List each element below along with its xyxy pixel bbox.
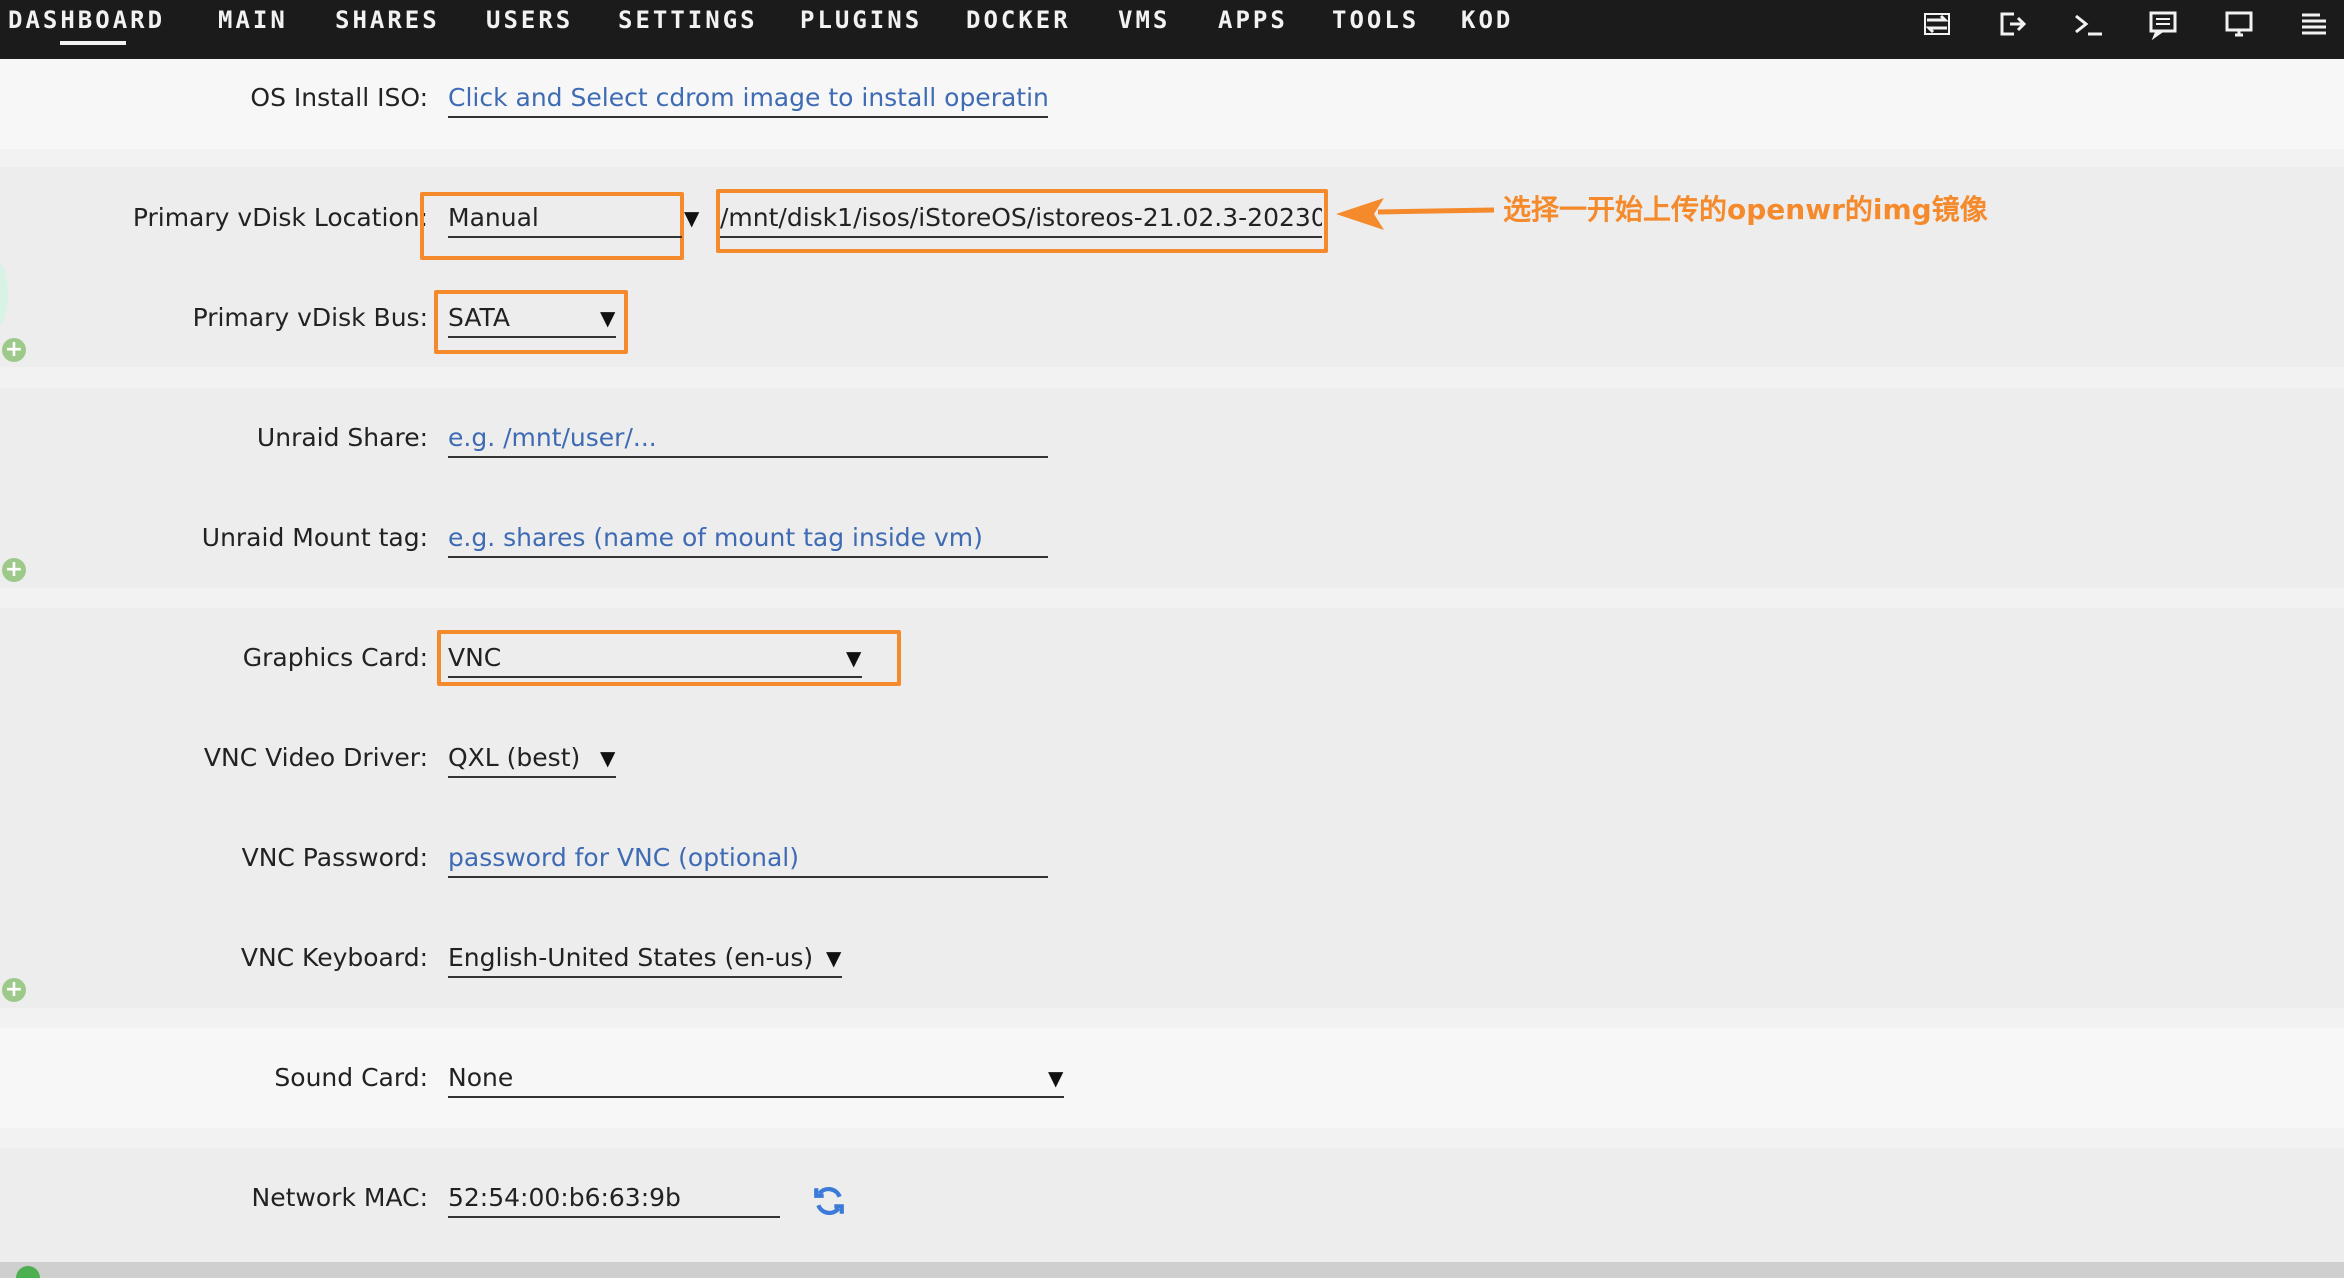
primary-vdisk-bus-label: Primary vDisk Bus: (192, 303, 428, 332)
network-mac-input[interactable]: 52:54:00:b6:63:9b (448, 1178, 780, 1218)
unraid-share-label: Unraid Share: (256, 423, 428, 452)
vnc-video-driver-label: VNC Video Driver: (203, 743, 428, 772)
feedback-icon[interactable] (2143, 4, 2183, 44)
graphics-card-select[interactable]: VNC (448, 638, 862, 678)
sound-card-label: Sound Card: (274, 1063, 428, 1092)
chevron-down-icon[interactable]: ▼ (826, 938, 841, 978)
tab-settings[interactable]: SETTINGS (618, 5, 758, 35)
network-mac-label: Network MAC: (251, 1183, 428, 1212)
tab-plugins[interactable]: PLUGINS (800, 5, 922, 35)
add-graphics-icon[interactable]: + (2, 978, 26, 1002)
status-bar (0, 1262, 2344, 1278)
tab-apps[interactable]: APPS (1218, 5, 1288, 35)
refresh-icon[interactable] (812, 1184, 846, 1218)
vnc-password-label: VNC Password: (241, 843, 428, 872)
tab-tools[interactable]: TOOLS (1332, 5, 1419, 35)
primary-vdisk-location-select[interactable]: Manual (448, 198, 682, 238)
sound-card-select[interactable]: None (448, 1058, 1064, 1098)
top-navigation: DASHBOARD MAIN SHARES USERS SETTINGS PLU… (0, 0, 2344, 59)
tab-kod[interactable]: KOD (1461, 5, 1513, 35)
tab-main[interactable]: MAIN (218, 5, 288, 35)
primary-vdisk-path-input[interactable]: /mnt/disk1/isos/iStoreOS/istoreos-21.02.… (720, 198, 1322, 238)
terminal-icon[interactable] (2068, 4, 2108, 44)
unraid-mount-tag-input[interactable]: e.g. shares (name of mount tag inside vm… (448, 518, 1048, 558)
add-share-icon[interactable]: + (2, 558, 26, 582)
vnc-keyboard-select[interactable]: English-United States (en-us) (448, 938, 842, 978)
logout-icon[interactable] (1992, 4, 2032, 44)
chevron-down-icon[interactable]: ▼ (1048, 1058, 1063, 1098)
primary-vdisk-location-label: Primary vDisk Location: (132, 203, 428, 232)
unraid-share-input[interactable]: e.g. /mnt/user/... (448, 418, 1048, 458)
info-icon[interactable] (2219, 4, 2259, 44)
os-install-iso-label: OS Install ISO: (250, 83, 428, 112)
tab-dashboard[interactable]: DASHBOARD (8, 5, 165, 35)
tab-docker[interactable]: DOCKER (966, 5, 1071, 35)
os-install-iso-input[interactable]: Click and Select cdrom image to install … (448, 78, 1048, 118)
tab-users[interactable]: USERS (486, 5, 573, 35)
vnc-keyboard-label: VNC Keyboard: (240, 943, 428, 972)
log-icon[interactable] (2294, 4, 2334, 44)
annotation-arrow-icon (1336, 198, 1494, 230)
chevron-down-icon[interactable]: ▼ (684, 198, 699, 238)
annotation-note: 选择一开始上传的openwr的img镜像 (1503, 193, 1988, 226)
primary-vdisk-bus-select[interactable]: SATA (448, 298, 616, 338)
vnc-password-input[interactable]: password for VNC (optional) (448, 838, 1048, 878)
tab-shares[interactable]: SHARES (335, 5, 440, 35)
active-tab-indicator (60, 41, 126, 45)
graphics-card-label: Graphics Card: (242, 643, 428, 672)
chevron-down-icon[interactable]: ▼ (600, 298, 615, 338)
tab-vms[interactable]: VMS (1118, 5, 1170, 35)
unraid-mount-tag-label: Unraid Mount tag: (201, 523, 428, 552)
switch-icon[interactable] (1917, 4, 1957, 44)
add-vdisk-icon[interactable]: + (2, 338, 26, 362)
chevron-down-icon[interactable]: ▼ (600, 738, 615, 778)
vnc-video-driver-select[interactable]: QXL (best) (448, 738, 616, 778)
chevron-down-icon[interactable]: ▼ (846, 638, 861, 678)
